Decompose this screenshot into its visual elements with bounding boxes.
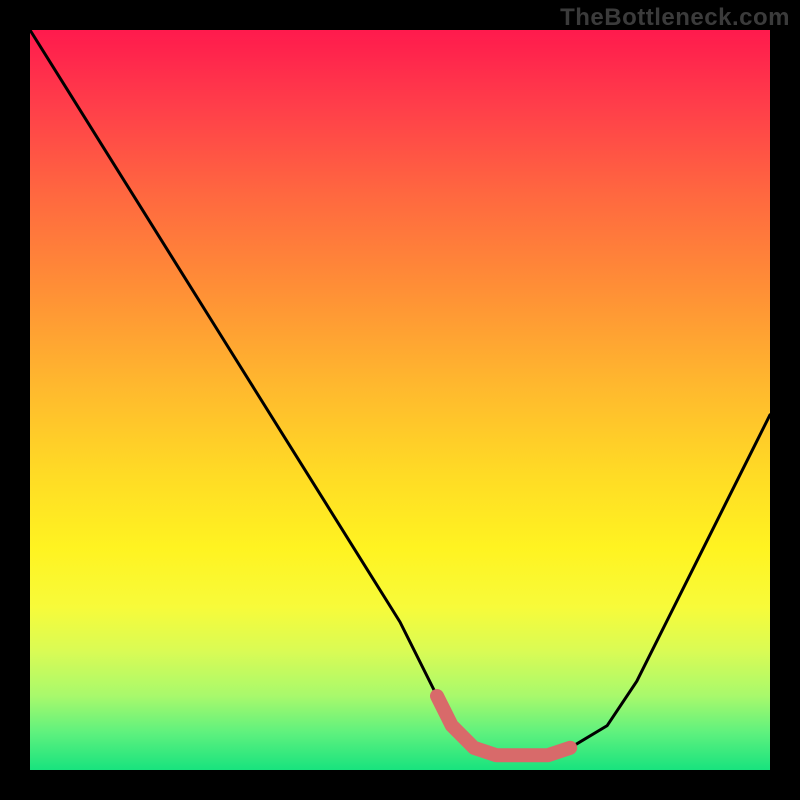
chart-svg xyxy=(30,30,770,770)
chart-frame: TheBottleneck.com xyxy=(0,0,800,800)
plot-area xyxy=(30,30,770,770)
highlight-segment xyxy=(437,696,570,755)
watermark-text: TheBottleneck.com xyxy=(560,4,790,32)
bottleneck-curve xyxy=(30,30,770,755)
